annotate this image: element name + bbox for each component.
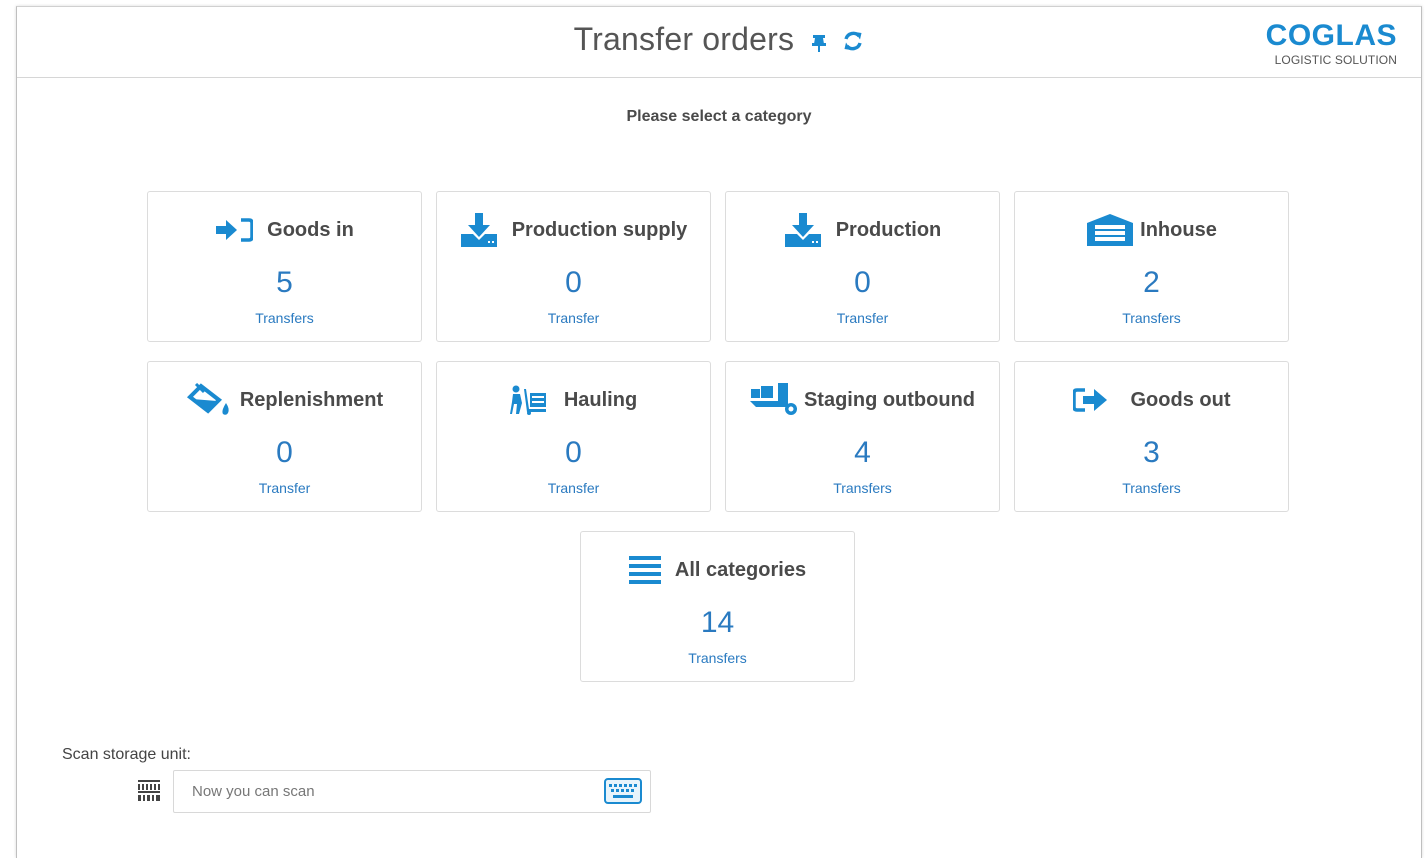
- tile-header: Production supply: [437, 212, 710, 248]
- header-bar: Transfer orders COGLAS LOGISTIC SOLUTION: [17, 7, 1421, 78]
- tile-goods-in[interactable]: Goods in 5 Transfers: [147, 191, 422, 342]
- scan-storage-unit-input[interactable]: [174, 771, 594, 812]
- tile-count: 2: [1143, 266, 1160, 299]
- tile-label: Production: [835, 218, 942, 241]
- tile-production[interactable]: Production 0 Transfer: [725, 191, 1000, 342]
- tile-staging-outbound[interactable]: Staging outbound 4 Transfers: [725, 361, 1000, 512]
- list-icon: [628, 555, 661, 585]
- tile-count: 4: [854, 436, 871, 469]
- tile-unit: Transfers: [255, 310, 314, 326]
- tile-unit: Transfers: [1122, 480, 1181, 496]
- tile-header: Inhouse: [1015, 212, 1288, 248]
- tile-production-supply[interactable]: Production supply 0 Transfer: [436, 191, 711, 342]
- keyboard-icon[interactable]: [604, 778, 642, 809]
- tile-count: 0: [565, 436, 582, 469]
- tile-header: All categories: [581, 552, 854, 588]
- logo-brand: COGLAS: [1265, 19, 1397, 52]
- tile-all-categories[interactable]: All categories 14 Transfers: [580, 531, 855, 682]
- tile-count: 0: [854, 266, 871, 299]
- download-tray-icon: [460, 212, 498, 248]
- tile-unit: Transfer: [547, 310, 600, 326]
- download-tray-icon: [784, 212, 822, 248]
- tile-label: All categories: [674, 558, 807, 581]
- tile-label: Inhouse: [1140, 218, 1217, 241]
- scan-input-container: [173, 770, 651, 813]
- tile-label: Hauling: [563, 388, 638, 411]
- warehouse-icon: [1086, 213, 1134, 247]
- tile-label: Goods out: [1130, 388, 1231, 411]
- tile-unit: Transfers: [833, 480, 892, 496]
- page-title: Transfer orders: [573, 21, 795, 57]
- dolly-icon: [509, 385, 550, 415]
- tile-label: Staging outbound: [803, 388, 976, 411]
- tile-header: Production: [726, 212, 999, 248]
- tile-label: Goods in: [267, 218, 354, 241]
- tile-unit: Transfer: [547, 480, 600, 496]
- tile-replenishment[interactable]: Replenishment 0 Transfer: [147, 361, 422, 512]
- tile-header: Goods out: [1015, 382, 1288, 418]
- tile-goods-out[interactable]: Goods out 3 Transfers: [1014, 361, 1289, 512]
- tile-header: Replenishment: [148, 382, 421, 418]
- tile-header: Staging outbound: [726, 382, 999, 418]
- company-logo: COGLAS LOGISTIC SOLUTION: [1265, 19, 1397, 67]
- tile-label: Production supply: [511, 218, 688, 241]
- tile-count: 5: [276, 266, 293, 299]
- fill-drip-icon: [186, 383, 232, 417]
- tile-count: 14: [700, 606, 735, 639]
- pin-icon[interactable]: [811, 23, 827, 60]
- sign-in-icon: [215, 217, 254, 243]
- tile-unit: Transfers: [1122, 310, 1181, 326]
- tile-header: Hauling: [437, 382, 710, 418]
- truck-loading-icon: [749, 383, 798, 417]
- logo-tagline: LOGISTIC SOLUTION: [1274, 53, 1397, 67]
- sign-out-icon: [1072, 387, 1109, 413]
- tile-hauling[interactable]: Hauling 0 Transfer: [436, 361, 711, 512]
- tile-unit: Transfer: [836, 310, 889, 326]
- scan-storage-unit-label: Scan storage unit:: [62, 746, 191, 763]
- app-window: Transfer orders COGLAS LOGISTIC SOLUTION…: [16, 6, 1422, 858]
- page-title-row: Transfer orders: [17, 21, 1421, 60]
- tile-count: 3: [1143, 436, 1160, 469]
- tile-count: 0: [276, 436, 293, 469]
- tile-header: Goods in: [148, 212, 421, 248]
- barcode-icon: [137, 778, 161, 807]
- tile-count: 0: [565, 266, 582, 299]
- tile-unit: Transfer: [258, 480, 311, 496]
- refresh-icon[interactable]: [842, 23, 864, 60]
- category-prompt: Please select a category: [626, 108, 812, 125]
- tile-unit: Transfers: [688, 650, 747, 666]
- tile-label: Replenishment: [239, 388, 384, 411]
- tile-inhouse[interactable]: Inhouse 2 Transfers: [1014, 191, 1289, 342]
